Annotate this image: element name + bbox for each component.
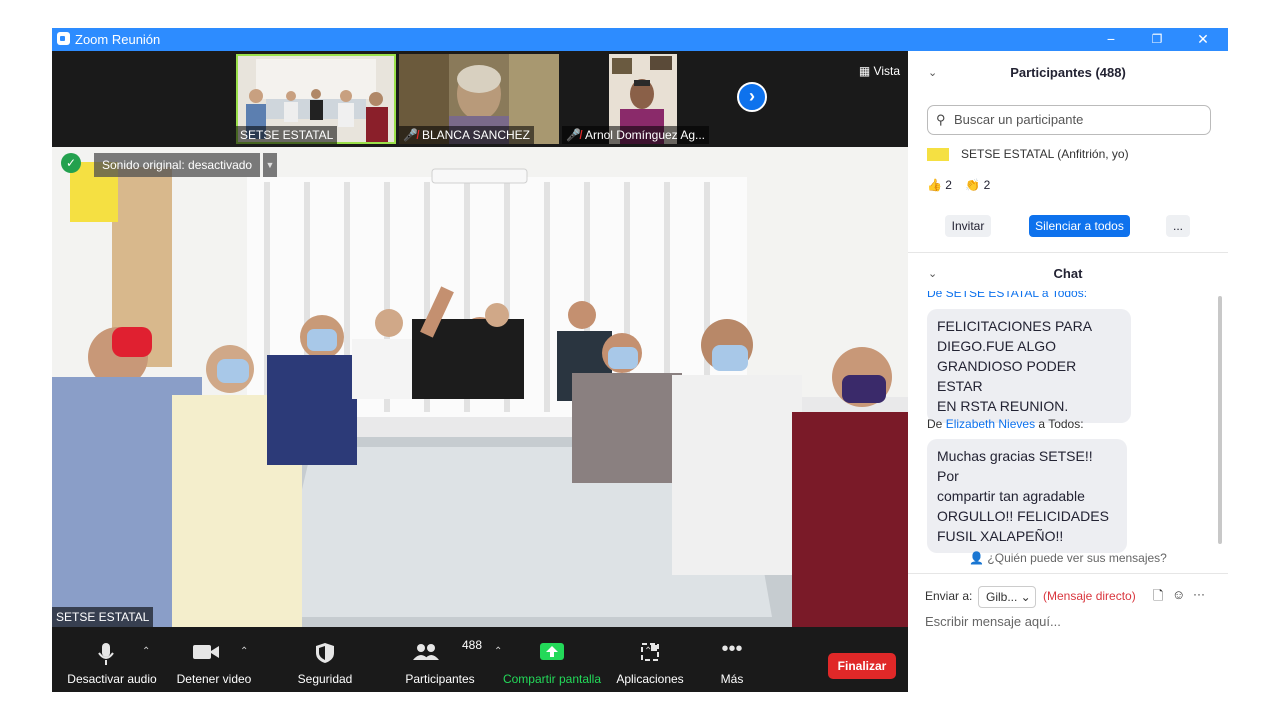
thumbnail-setse-estatal[interactable]: SETSE ESTATAL xyxy=(236,54,396,144)
thumbnail-blanca-sanchez[interactable]: 🎤̸ BLANCA SANCHEZ xyxy=(399,54,559,144)
title-bar: Zoom Reunión − ❐ ✕ xyxy=(52,28,1228,51)
end-meeting-button[interactable]: Finalizar xyxy=(828,653,896,679)
chat-messages: De SETSE ESTATAL a Todos: FELICITACIONES… xyxy=(908,291,1228,557)
divider xyxy=(908,252,1228,253)
share-screen-label: Compartir pantalla xyxy=(502,672,602,686)
speaker-name: SETSE ESTATAL xyxy=(52,607,154,627)
original-sound-toggle[interactable]: Sonido original: desactivado xyxy=(94,153,261,177)
avatar xyxy=(927,147,949,161)
window-title: Zoom Reunión xyxy=(75,32,161,47)
participant-search-input[interactable]: ⚲ Buscar un participante xyxy=(927,105,1211,135)
chat-message: Muchas gracias SETSE!! Por compartir tan… xyxy=(927,439,1127,553)
chat-sender-name[interactable]: Elizabeth Nieves xyxy=(946,417,1035,431)
video-area: SETSE ESTATAL 🎤̸ BLANCA SANCHEZ 🎤̸ Arnol… xyxy=(52,51,908,692)
participants-header: ⌄ Participantes (488) xyxy=(908,57,1228,89)
restore-button[interactable]: ❐ xyxy=(1134,28,1180,51)
share-screen-button[interactable]: ⌃ Compartir pantalla xyxy=(500,628,652,692)
chat-more-icon[interactable]: ··· xyxy=(1193,587,1205,601)
security-shield-icon xyxy=(315,642,335,667)
participants-label: Participantes xyxy=(405,672,475,686)
thumbnail-arnol-dominguez[interactable]: 🎤̸ Arnol Domínguez Ag... xyxy=(562,54,722,144)
minimize-button[interactable]: − xyxy=(1088,28,1134,51)
apps-label: Aplicaciones xyxy=(616,672,684,686)
thumbnail-name: 🎤̸ Arnol Domínguez Ag... xyxy=(562,126,710,144)
collapse-chat-chevron-icon[interactable]: ⌄ xyxy=(928,258,937,290)
zoom-window: Zoom Reunión − ❐ ✕ SETSE ESTATAL 🎤̸ BLAN… xyxy=(52,28,1228,692)
muted-mic-icon: 🎤̸ xyxy=(403,128,418,142)
apps-button[interactable]: Aplicaciones xyxy=(614,628,686,692)
collapse-participants-chevron-icon[interactable]: ⌄ xyxy=(928,57,937,89)
chat-message: FELICITACIONES PARA DIEGO.FUE ALGO GRAND… xyxy=(927,309,1131,423)
direct-message-label: (Mensaje directo) xyxy=(1043,589,1136,603)
zoom-app-icon xyxy=(57,32,70,45)
send-to-row: Enviar a: Gilb... ⌄ (Mensaje directo) 🗋 … xyxy=(925,586,1225,613)
chat-scrollbar[interactable] xyxy=(1218,296,1222,544)
emoji-icon[interactable]: ☺ xyxy=(1172,587,1185,602)
divider xyxy=(908,573,1228,574)
more-button[interactable]: ••• Más xyxy=(706,628,758,692)
participants-button[interactable]: 488 ⌃ Participantes xyxy=(388,628,512,692)
share-screen-icon xyxy=(539,642,565,665)
stop-video-label: Detener video xyxy=(176,672,252,686)
person-icon: 👤 xyxy=(969,551,988,565)
clap-count: 2 xyxy=(983,178,991,192)
chat-message-input[interactable]: Escribir mensaje aquí... xyxy=(925,614,1061,629)
microphone-icon xyxy=(97,642,115,669)
thumbs-up-icon: 👍 xyxy=(927,178,942,192)
gallery-strip: SETSE ESTATAL 🎤̸ BLANCA SANCHEZ 🎤̸ Arnol… xyxy=(52,51,908,147)
chat-sender: De Elizabeth Nieves a Todos: xyxy=(927,417,1084,431)
stop-video-button[interactable]: ⌃ Detener video xyxy=(166,628,262,692)
reactions-summary: 👍 2 👏 2 xyxy=(927,178,990,192)
participants-count: 488 xyxy=(462,638,483,652)
file-icon[interactable]: 🗋 xyxy=(1153,587,1163,609)
original-sound-dropdown[interactable]: ▼ xyxy=(263,153,277,177)
view-button[interactable]: ▦ Vista xyxy=(859,64,900,78)
participants-icon xyxy=(412,642,440,665)
mute-audio-button[interactable]: ⌃ Desactivar audio xyxy=(58,628,166,692)
side-panel: ⌄ Participantes (488) ⚲ Buscar un partic… xyxy=(908,51,1228,692)
invite-button[interactable]: Invitar xyxy=(945,215,991,237)
participant-row[interactable]: SETSE ESTATAL (Anfitrión, yo) xyxy=(927,147,1211,161)
apps-icon xyxy=(640,642,660,665)
send-to-label: Enviar a: xyxy=(925,589,973,603)
ellipsis-icon: ••• xyxy=(721,638,743,660)
close-button[interactable]: ✕ xyxy=(1180,28,1226,51)
next-page-button[interactable]: › xyxy=(737,82,767,112)
security-button[interactable]: Seguridad xyxy=(290,628,360,692)
thumbnail-name: 🎤̸ BLANCA SANCHEZ xyxy=(399,126,534,144)
security-label: Seguridad xyxy=(297,672,353,686)
search-icon: ⚲ xyxy=(936,112,946,127)
chat-header: ⌄ Chat xyxy=(908,258,1228,290)
audio-options-caret[interactable]: ⌃ xyxy=(142,646,150,657)
who-can-see-messages[interactable]: 👤 ¿Quién puede ver sus mensajes? xyxy=(908,551,1228,565)
muted-mic-icon: 🎤̸ xyxy=(566,128,581,142)
thumbs-up-count: 2 xyxy=(945,178,952,192)
more-label: Más xyxy=(720,672,744,686)
video-camera-icon xyxy=(192,642,220,665)
mute-audio-label: Desactivar audio xyxy=(67,672,157,686)
participants-more-button[interactable]: ... xyxy=(1166,215,1190,237)
video-options-caret[interactable]: ⌃ xyxy=(240,646,248,657)
main-video-image xyxy=(52,147,908,627)
mute-all-button[interactable]: Silenciar a todos xyxy=(1029,215,1130,237)
chat-sender-cut: De SETSE ESTATAL a Todos: xyxy=(927,291,1088,300)
recipient-select[interactable]: Gilb... ⌄ xyxy=(978,586,1036,608)
main-video: ✓ Sonido original: desactivado ▼ SETSE E… xyxy=(52,147,908,627)
meeting-toolbar: ⌃ Desactivar audio ⌃ Detener video Segur… xyxy=(52,628,908,692)
clap-icon: 👏 xyxy=(965,178,981,192)
thumbnail-name: SETSE ESTATAL xyxy=(236,126,338,144)
encryption-shield-icon[interactable]: ✓ xyxy=(61,153,81,173)
grid-icon: ▦ xyxy=(858,64,874,78)
